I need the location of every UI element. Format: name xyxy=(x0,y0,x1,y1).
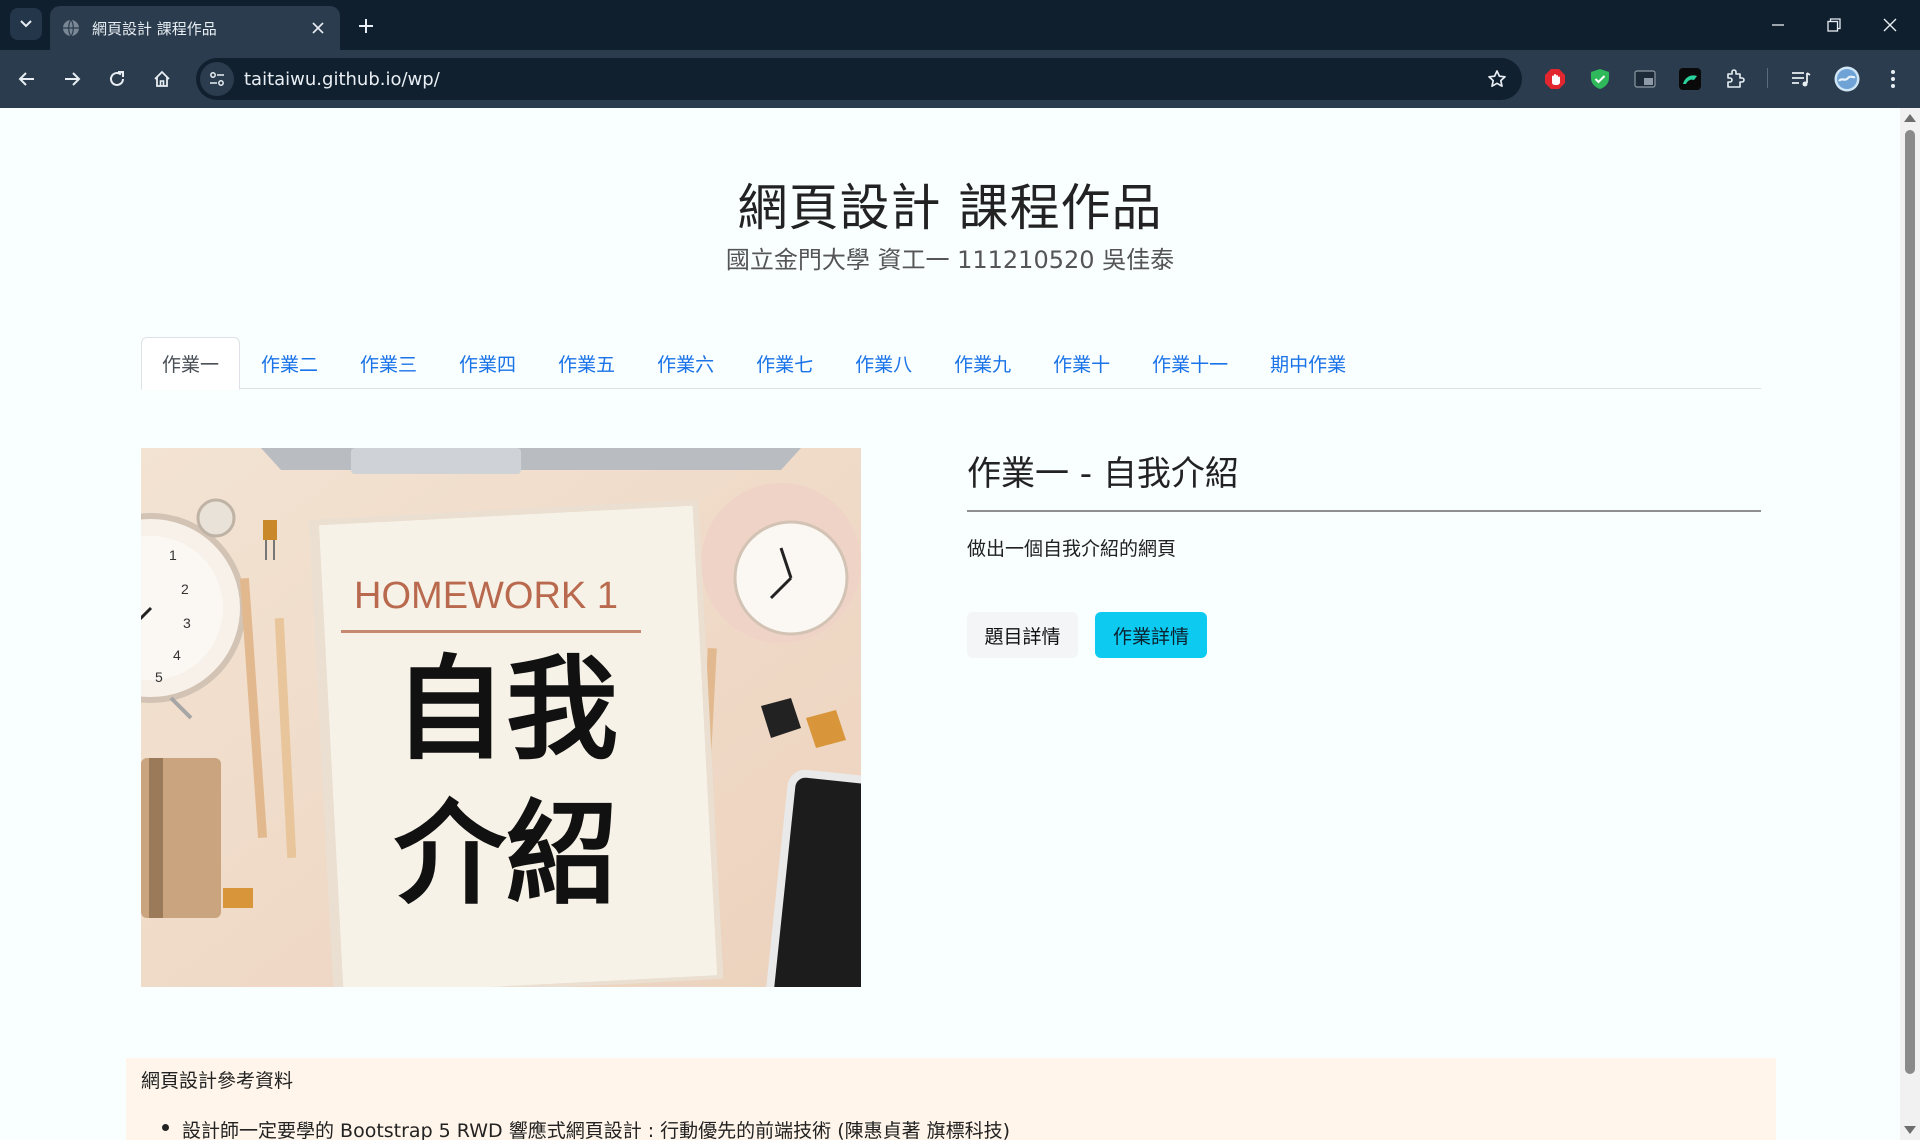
page-subtitle: 國立金門大學 資工一 111210520 吳佳泰 xyxy=(725,246,1175,274)
tab-homework-1[interactable]: 作業一 xyxy=(141,337,241,390)
reference-section: 網頁設計參考資料 設計師一定要學的 Bootstrap 5 RWD 響應式網頁設… xyxy=(126,1058,1776,1140)
cover-heading: HOMEWORK 1 xyxy=(354,575,618,617)
minimize-icon xyxy=(1772,24,1784,26)
bookmark-star-icon[interactable] xyxy=(1480,62,1514,96)
new-tab-button[interactable] xyxy=(350,10,382,42)
title-divider xyxy=(967,510,1761,512)
picture-in-picture-icon[interactable] xyxy=(1628,62,1662,96)
svg-text:4: 4 xyxy=(173,647,181,663)
browser-tab-strip: 網頁設計 課程作品 xyxy=(0,0,1920,50)
home-icon xyxy=(154,70,170,87)
tab-homework-10[interactable]: 作業十 xyxy=(1032,337,1131,389)
svg-text:1: 1 xyxy=(169,547,177,563)
scroll-up-icon[interactable] xyxy=(1904,114,1916,122)
web-page: 網頁設計 課程作品 國立金門大學 資工一 111210520 吳佳泰 作業一 作… xyxy=(0,108,1900,1140)
scroll-down-icon[interactable] xyxy=(1904,1126,1916,1134)
address-bar[interactable]: taitaiwu.github.io/wp/ xyxy=(196,58,1522,100)
tab-homework-9[interactable]: 作業九 xyxy=(933,337,1032,389)
assignment-title: 作業一 - 自我介紹 xyxy=(967,454,1239,494)
reference-title: 網頁設計參考資料 xyxy=(141,1070,294,1092)
tab-homework-11[interactable]: 作業十一 xyxy=(1131,337,1249,389)
reference-item: 設計師一定要學的 Bootstrap 5 RWD 響應式網頁設計 : 行動優先的… xyxy=(182,1120,1011,1140)
assignment-tabs: 作業一 作業二 作業三 作業四 作業五 作業六 作業七 作業八 作業九 作業十 … xyxy=(141,337,1761,390)
globe-icon xyxy=(63,19,79,37)
restore-button[interactable] xyxy=(1806,0,1862,50)
tab-homework-5[interactable]: 作業五 xyxy=(537,337,636,389)
restore-icon xyxy=(1827,18,1841,32)
extension-app-icon[interactable] xyxy=(1673,62,1707,96)
plus-icon xyxy=(359,19,373,33)
forward-button[interactable] xyxy=(55,62,89,96)
homework-details-button[interactable]: 作業詳情 xyxy=(1095,612,1207,658)
svg-text:5: 5 xyxy=(155,669,163,685)
assignment-description: 做出一個自我介紹的網頁 xyxy=(967,538,1177,560)
site-info-icon[interactable] xyxy=(200,62,234,96)
back-button[interactable] xyxy=(10,62,44,96)
tab-homework-6[interactable]: 作業六 xyxy=(636,337,735,389)
page-scrollbar[interactable] xyxy=(1900,108,1920,1140)
tab-homework-3[interactable]: 作業三 xyxy=(339,337,438,389)
profile-avatar-icon[interactable] xyxy=(1830,62,1864,96)
url-text[interactable]: taitaiwu.github.io/wp/ xyxy=(244,69,1480,90)
assignment-details-button[interactable]: 題目詳情 xyxy=(967,612,1078,658)
tab-midterm[interactable]: 期中作業 xyxy=(1249,337,1367,389)
tab-homework-4[interactable]: 作業四 xyxy=(438,337,537,389)
svg-text:2: 2 xyxy=(181,581,189,597)
cover-line-2: 介紹 xyxy=(394,790,618,920)
close-tab-icon[interactable] xyxy=(308,18,328,38)
tab-homework-2[interactable]: 作業二 xyxy=(240,337,339,389)
chevron-down-icon xyxy=(20,20,32,28)
tab-title: 網頁設計 課程作品 xyxy=(92,19,217,38)
shield-extension-icon[interactable] xyxy=(1583,62,1617,96)
scrollbar-thumb[interactable] xyxy=(1905,130,1915,1074)
toolbar-divider xyxy=(1767,68,1768,88)
tab-search-button[interactable] xyxy=(10,8,42,40)
reload-button[interactable] xyxy=(100,62,134,96)
cover-line-1: 自我 xyxy=(394,645,618,775)
homework-cover-image: 1 2 3 4 5 HOMEWORK 1 自我 介紹 xyxy=(141,448,861,987)
page-title: 網頁設計 課程作品 xyxy=(737,179,1163,237)
arrow-right-icon xyxy=(65,72,81,86)
arrow-left-icon xyxy=(18,72,34,86)
close-window-button[interactable] xyxy=(1862,0,1918,50)
browser-toolbar: taitaiwu.github.io/wp/ xyxy=(0,50,1920,108)
tab-homework-7[interactable]: 作業七 xyxy=(735,337,834,389)
adblock-extension-icon[interactable] xyxy=(1538,62,1572,96)
list-bullet xyxy=(162,1124,169,1131)
close-icon xyxy=(1883,18,1897,32)
tab-homework-8[interactable]: 作業八 xyxy=(834,337,933,389)
home-button[interactable] xyxy=(145,62,179,96)
reload-icon xyxy=(110,71,124,86)
svg-text:3: 3 xyxy=(183,615,191,631)
minimize-button[interactable] xyxy=(1750,0,1806,50)
browser-tab[interactable]: 網頁設計 課程作品 xyxy=(50,6,340,50)
more-menu-icon[interactable] xyxy=(1876,62,1910,96)
puzzle-extensions-icon[interactable] xyxy=(1718,62,1752,96)
media-control-icon[interactable] xyxy=(1784,62,1818,96)
